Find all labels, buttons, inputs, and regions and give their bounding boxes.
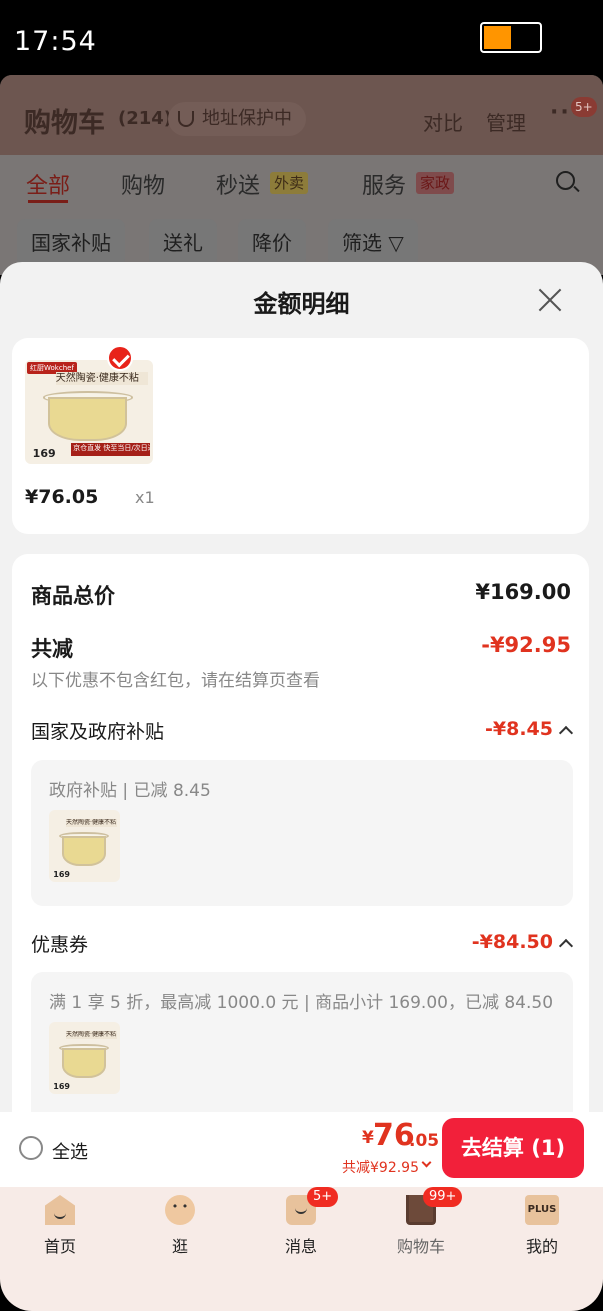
filter-price-drop[interactable]: 降价 (238, 219, 306, 267)
battery-icon (480, 22, 542, 53)
saved-amount[interactable]: 共减¥92.95 (342, 1157, 419, 1177)
search-icon[interactable] (556, 171, 575, 190)
subsidy-detail: 政府补贴 | 已减 8.45 (49, 781, 211, 801)
coupon-product-thumb: 天然陶瓷·健康不粘 169 (49, 1022, 120, 1094)
cart-count: (214) (118, 108, 173, 129)
chevron-down-icon[interactable] (421, 1157, 432, 1168)
takeout-tag: 外卖 (270, 172, 309, 194)
coupon-value[interactable]: -¥84.50 (472, 931, 553, 953)
plus-member-icon: PLUS (525, 1195, 559, 1225)
tab-shopping[interactable]: 购物 (121, 168, 165, 200)
subsidy-label[interactable]: 国家及政府补贴 (31, 717, 164, 744)
total-value: ¥169.00 (475, 580, 571, 604)
shield-icon (178, 111, 194, 127)
tab-instant[interactable]: 秒送 (216, 168, 260, 200)
sheet-title: 金额明细 (253, 290, 350, 318)
checkout-button[interactable]: 去结算 (1) (442, 1118, 584, 1178)
total-decimal: .05 (409, 1131, 440, 1151)
address-protection-label: 地址保护中 (202, 108, 292, 129)
thumb-price: 169 (32, 446, 56, 460)
product-price: ¥76.05 (25, 486, 99, 508)
select-all-radio[interactable] (19, 1136, 43, 1160)
tab-stroll[interactable]: 逛 (130, 1187, 230, 1277)
status-bar: 17:54 (0, 0, 603, 80)
filter-subsidy[interactable]: 国家补贴 (17, 219, 125, 267)
funnel-icon: ▽ (388, 231, 404, 255)
subsidy-value[interactable]: -¥8.45 (485, 718, 553, 740)
message-badge: 5+ (307, 1187, 339, 1207)
subsidy-detail-box: 政府补贴 | 已减 8.45 天然陶瓷·健康不粘 169 (31, 760, 573, 906)
total-label: 商品总价 (31, 584, 115, 608)
status-time: 17:54 (14, 26, 97, 57)
subsidy-product-thumb: 天然陶瓷·健康不粘 169 (49, 810, 120, 882)
cart-header: 购物车 (214) 地址保护中 对比 管理 ··· 5+ (0, 75, 603, 155)
amount-detail-sheet: 金额明细 红厨Wokchef 天然陶瓷·健康不粘 169 京仓直发 快至当日/次… (0, 262, 603, 1187)
close-icon[interactable] (534, 284, 566, 316)
tab-messages[interactable]: 5+ 消息 (251, 1187, 351, 1277)
background-cart-page: 购物车 (214) 地址保护中 对比 管理 ··· 5+ 全部 购物 秒送 外卖… (0, 75, 603, 275)
cart-badge: 99+ (423, 1187, 463, 1207)
chevron-up-icon[interactable] (558, 725, 574, 741)
tab-mine[interactable]: PLUS 我的 (492, 1187, 592, 1277)
product-thumbnail[interactable]: 红厨Wokchef 天然陶瓷·健康不粘 169 京仓直发 快至当日/次日达 (25, 360, 153, 464)
discount-value: -¥92.95 (481, 633, 571, 657)
manage-button[interactable]: 管理 (486, 107, 526, 136)
more-badge: 5+ (571, 97, 597, 117)
checkout-bar: 全选 ¥ 76 .05 共减¥92.95 去结算 (1) (0, 1112, 603, 1187)
tab-all[interactable]: 全部 (26, 168, 70, 200)
product-quantity: x1 (135, 488, 155, 507)
address-protection-pill[interactable]: 地址保护中 (168, 102, 306, 136)
tab-cart[interactable]: 99+ 购物车 (371, 1187, 471, 1277)
cart-tabs: 全部 购物 秒送 外卖 服务 家政 国家补贴 送礼 降价 筛选 ▽ (0, 155, 603, 275)
stroll-icon (165, 1195, 195, 1225)
filter-label: 筛选 (342, 231, 382, 255)
pot-image (48, 397, 128, 442)
tab-service[interactable]: 服务 (362, 168, 406, 200)
coupon-detail: 满 1 享 5 折，最高减 1000.0 元 | 商品小计 169.00，已减 … (49, 993, 554, 1013)
housekeeping-tag: 家政 (416, 172, 455, 194)
cart-title: 购物车 (24, 108, 105, 139)
bottom-tab-bar: 首页 逛 5+ 消息 99+ 购物车 PLUS 我的 (0, 1187, 603, 1311)
coupon-label[interactable]: 优惠券 (31, 930, 88, 957)
tab-home[interactable]: 首页 (10, 1187, 110, 1277)
product-card: 红厨Wokchef 天然陶瓷·健康不粘 169 京仓直发 快至当日/次日达 ¥7… (12, 338, 589, 534)
home-icon (45, 1195, 75, 1225)
select-all-label[interactable]: 全选 (52, 1138, 88, 1164)
chevron-up-icon[interactable] (558, 938, 574, 954)
filter-gift[interactable]: 送礼 (149, 219, 217, 267)
compare-button[interactable]: 对比 (423, 107, 463, 136)
checked-icon[interactable] (107, 345, 133, 371)
tab-underline (28, 200, 68, 203)
thumb-delivery: 京仓直发 快至当日/次日达 (71, 443, 151, 456)
thumb-banner: 天然陶瓷·健康不粘 (55, 372, 148, 385)
discount-note: 以下优惠不包含红包，请在结算页查看 (31, 671, 320, 691)
filter-button[interactable]: 筛选 ▽ (328, 219, 418, 267)
discount-label: 共减 (31, 637, 73, 661)
price-breakdown-card: 商品总价 ¥169.00 共减 -¥92.95 以下优惠不包含红包，请在结算页查… (12, 554, 589, 1187)
